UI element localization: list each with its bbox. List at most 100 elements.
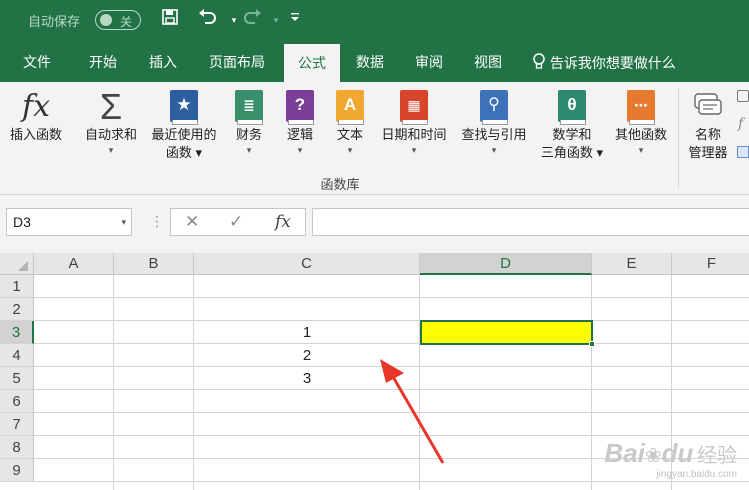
logical-button[interactable]: ? 逻辑 ▾: [280, 86, 320, 156]
baidu-watermark: Bai❀du 经验 jingyan.baidu.com: [604, 438, 737, 480]
lookup-dropdown-icon: ▾: [491, 145, 497, 155]
row-header-4[interactable]: 4: [0, 344, 34, 367]
date-time-button[interactable]: ▦ 日期和时间 ▾: [374, 86, 454, 156]
formula-input[interactable]: [312, 208, 749, 236]
customize-toolbar-icon[interactable]: [283, 8, 307, 32]
more-functions-label: 其他函数: [614, 127, 667, 142]
save-icon[interactable]: [158, 8, 182, 32]
financial-dropdown-icon: ▾: [246, 145, 252, 155]
logical-dropdown-icon: ▾: [297, 145, 303, 155]
row-header-5[interactable]: 5: [0, 367, 34, 390]
fill-handle[interactable]: [589, 341, 595, 347]
row-header-1[interactable]: 1: [0, 275, 34, 298]
text-icon: A: [336, 90, 364, 125]
formula-bar-splitter[interactable]: ⋮: [150, 213, 164, 230]
select-all-corner[interactable]: [0, 253, 34, 275]
text-label: 文本: [336, 127, 363, 142]
magnifier-book-icon: ⚲: [480, 90, 508, 125]
tab-formulas[interactable]: 公式: [284, 44, 340, 82]
tab-file[interactable]: 文件: [8, 44, 66, 82]
financial-label: 财务: [235, 127, 262, 142]
star-book-icon: ★: [170, 90, 198, 125]
tab-data[interactable]: 数据: [344, 44, 396, 82]
tab-view[interactable]: 视图: [462, 44, 514, 82]
name-tags-icon: [691, 90, 725, 124]
column-header-d[interactable]: D: [420, 253, 592, 275]
enter-icon[interactable]: ✓: [229, 212, 243, 232]
column-header-e[interactable]: E: [592, 253, 672, 275]
sigma-icon: Σ: [99, 86, 123, 127]
more-functions-button[interactable]: ⋯ 其他函数 ▾: [608, 86, 674, 156]
autosave-state: 关: [120, 15, 133, 29]
column-header-f[interactable]: F: [672, 253, 749, 275]
tell-me-text: 告诉我你想要做什么: [549, 55, 676, 71]
name-manager-label2: 管理器: [688, 145, 728, 160]
worksheet-grid: A B C D E F 1 2 3 4 5 6 7 8 9 1 2 3 Bai❀…: [0, 253, 749, 490]
name-box-dropdown-icon[interactable]: ▾: [121, 209, 126, 235]
text-dropdown-icon: ▾: [347, 145, 353, 155]
autosave-toggle[interactable]: 关: [95, 10, 141, 30]
math-trig-button[interactable]: θ 数学和 三角函数 ▾: [534, 86, 610, 162]
watermark-brand2: du: [661, 438, 694, 468]
tab-insert[interactable]: 插入: [134, 44, 192, 82]
row-header-9[interactable]: 9: [0, 459, 34, 482]
lookup-reference-button[interactable]: ⚲ 查找与引用 ▾: [454, 86, 534, 156]
redo-icon: [240, 8, 264, 32]
lookup-label: 查找与引用: [461, 127, 527, 142]
more-functions-icon: ⋯: [627, 90, 655, 125]
fx-icon: fx: [21, 89, 51, 124]
autosum-label: 自动求和: [84, 127, 137, 142]
row-header-8[interactable]: 8: [0, 436, 34, 459]
column-header-c[interactable]: C: [194, 253, 420, 275]
financial-button[interactable]: ≣ 财务 ▾: [228, 86, 270, 156]
row-header-6[interactable]: 6: [0, 390, 34, 413]
ribbon-separator: [678, 88, 679, 188]
lightbulb-icon: [533, 53, 545, 69]
selected-cell-d3[interactable]: [420, 320, 595, 347]
row-header-2[interactable]: 2: [0, 298, 34, 321]
theta-icon: θ: [558, 90, 586, 125]
insert-function-button[interactable]: fx 插入函数: [4, 86, 68, 144]
insert-function-icon[interactable]: fx: [275, 212, 291, 232]
row-header-7[interactable]: 7: [0, 413, 34, 436]
formulas-ribbon: fx 插入函数 Σ 自动求和 ▾ ★ 最近使用的 函数 ▾ ≣ 财务 ▾ ? 逻…: [0, 82, 749, 195]
column-header-b[interactable]: B: [114, 253, 194, 275]
autosum-button[interactable]: Σ 自动求和 ▾: [78, 86, 144, 156]
gridline: [34, 297, 749, 298]
autosave-label: 自动保存: [28, 14, 81, 29]
text-button[interactable]: A 文本 ▾: [330, 86, 370, 156]
formula-bar: D3 ▾ ⋮ ✕ ✓ fx: [0, 195, 749, 255]
financial-icon: ≣: [235, 90, 263, 125]
autosum-dropdown-icon: ▾: [108, 145, 114, 155]
tab-review[interactable]: 审阅: [402, 44, 456, 82]
logical-icon: ?: [286, 90, 314, 125]
watermark-brand: Bai: [604, 438, 645, 468]
use-in-formula-icon[interactable]: f: [738, 116, 743, 132]
undo-icon[interactable]: [196, 8, 220, 32]
name-box-value: D3: [13, 214, 31, 230]
create-from-selection-icon[interactable]: [737, 146, 749, 158]
annotation-arrow: [380, 359, 445, 464]
math-label1: 数学和: [552, 127, 592, 142]
toggle-knob: [100, 14, 112, 26]
name-manager-button[interactable]: 名称 管理器: [682, 86, 734, 162]
name-box[interactable]: D3 ▾: [6, 208, 132, 236]
formula-buttons: ✕ ✓ fx: [170, 208, 306, 236]
logical-label: 逻辑: [286, 127, 313, 142]
row-header-3[interactable]: 3: [0, 321, 34, 344]
function-library-group-label: 函数库: [320, 177, 360, 192]
tab-home[interactable]: 开始: [74, 44, 132, 82]
column-header-a[interactable]: A: [34, 253, 114, 275]
watermark-brand3: 经验: [697, 445, 737, 467]
watermark-url: jingyan.baidu.com: [656, 469, 737, 480]
tab-page-layout[interactable]: 页面布局: [198, 44, 276, 82]
name-manager-label1: 名称: [694, 127, 721, 142]
date-time-label: 日期和时间: [381, 127, 447, 142]
calendar-icon: ▦: [400, 90, 428, 125]
title-bar: 自动保存 关 ▾ ▾: [0, 0, 749, 44]
tell-me-box[interactable]: 告诉我你想要做什么: [532, 44, 676, 82]
cell-c3[interactable]: 1: [194, 321, 420, 344]
define-name-icon[interactable]: [737, 90, 749, 102]
cancel-icon[interactable]: ✕: [185, 212, 199, 232]
recently-used-button[interactable]: ★ 最近使用的 函数 ▾: [144, 86, 224, 162]
